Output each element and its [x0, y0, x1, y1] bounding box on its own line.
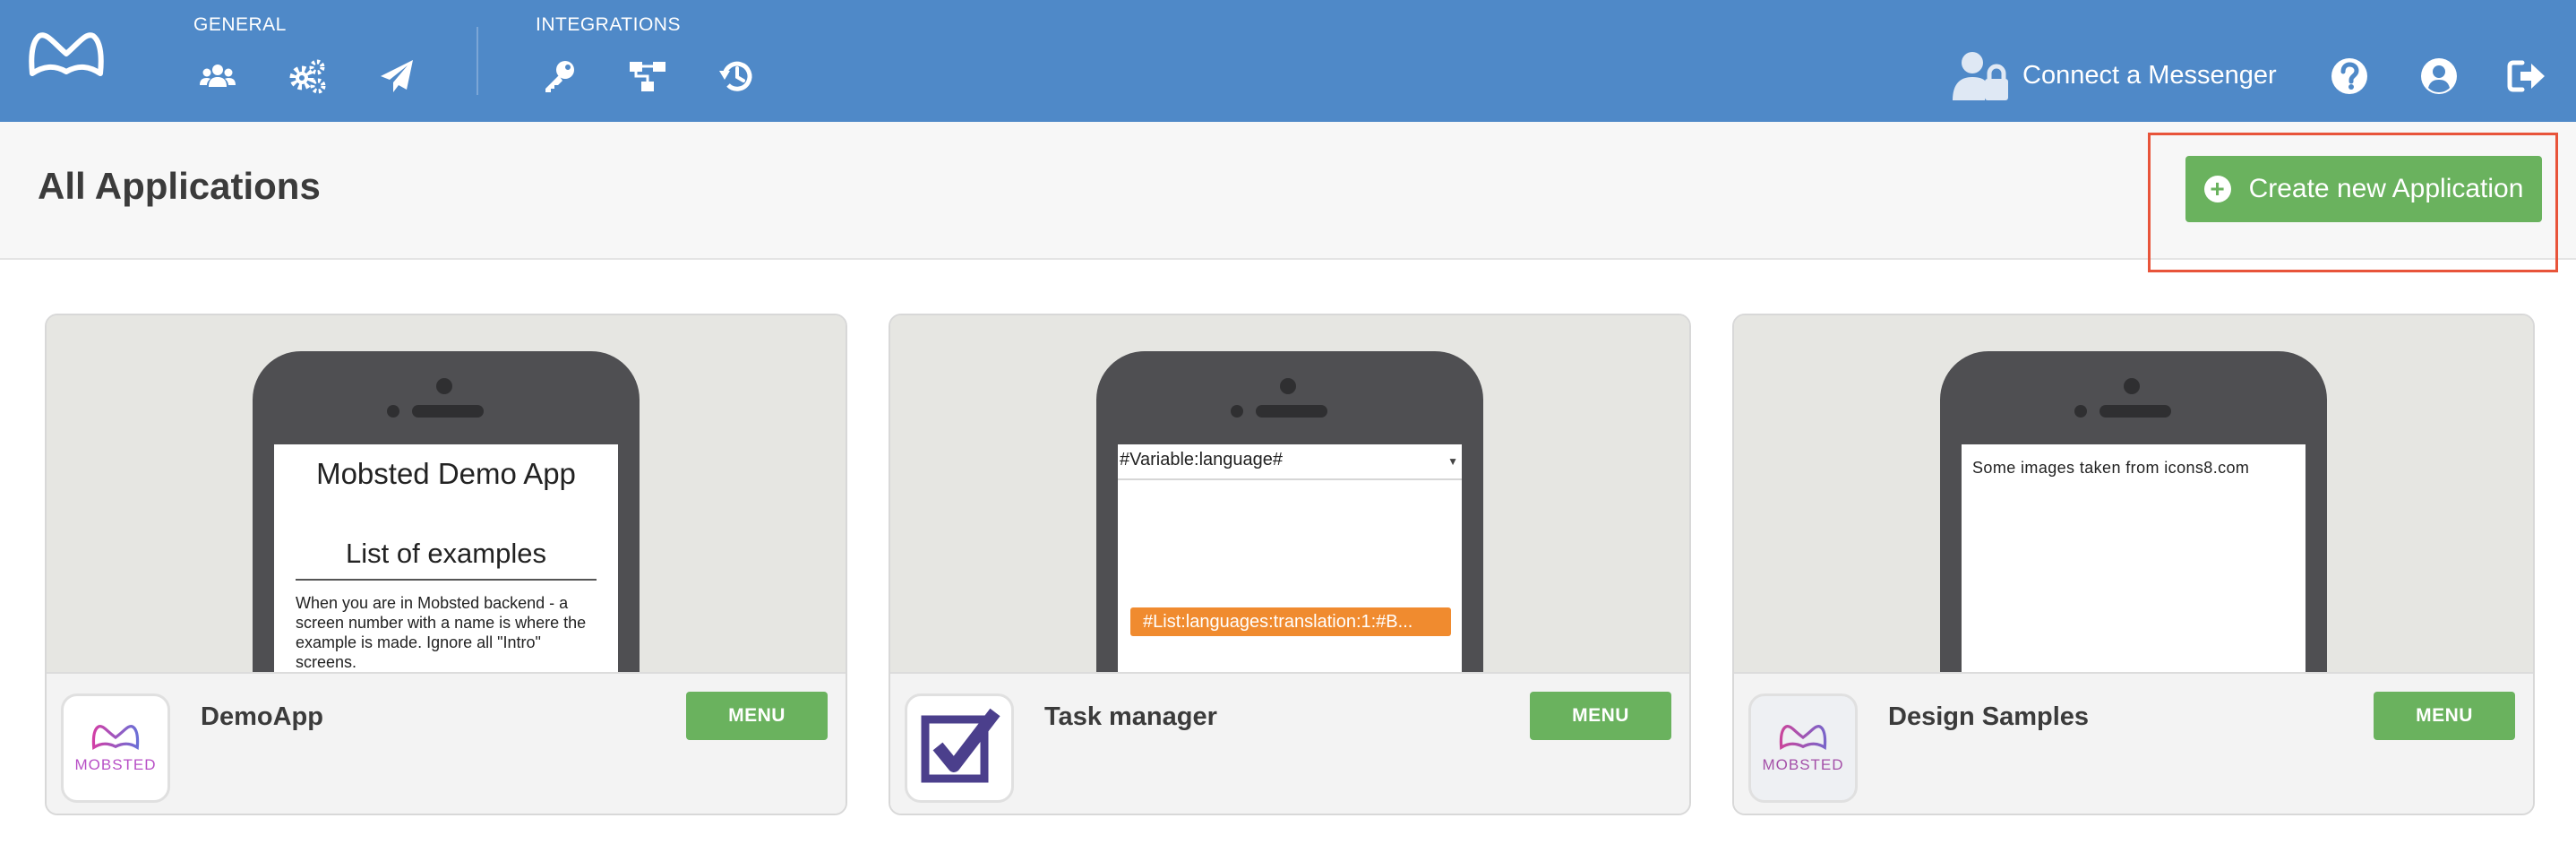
preview-subtitle: List of examples — [346, 538, 546, 569]
app-menu-button[interactable]: MENU — [1530, 692, 1671, 740]
sitemap-icon[interactable] — [625, 54, 670, 99]
app-icon-text: MOBSTED — [1762, 756, 1844, 773]
page-title: All Applications — [38, 165, 321, 207]
language-select[interactable]: #Variable:language# ▼ — [1118, 444, 1462, 480]
app-menu-button[interactable]: MENU — [686, 692, 828, 740]
history-icon[interactable] — [715, 54, 760, 99]
user-circle-icon[interactable] — [2418, 56, 2460, 97]
app-preview[interactable]: #Variable:language# ▼ #List:languages:tr… — [890, 315, 1689, 672]
create-new-application-label: Create new Application — [2248, 174, 2524, 203]
nav-divider — [477, 27, 478, 95]
mobsted-app-icon: MOBSTED — [61, 693, 170, 803]
app-card-design-samples: Some images taken from icons8.com MOBSTE… — [1732, 314, 2535, 815]
general-group-label: GENERAL — [193, 14, 287, 35]
app-card-footer: MOBSTED Design Samples MENU — [1734, 672, 2533, 814]
chevron-down-icon: ▼ — [1447, 455, 1458, 468]
phone-mockup: Some images taken from icons8.com — [1940, 351, 2327, 672]
preview-text: Some images taken from icons8.com — [1972, 459, 2250, 477]
checkbox-icon — [905, 693, 1014, 803]
translation-badge[interactable]: #List:languages:translation:1:#B... — [1130, 607, 1451, 636]
top-navigation-bar: GENERAL INTEGRATIONS Connect a Messenger — [0, 0, 2576, 122]
paper-plane-icon[interactable] — [374, 54, 419, 99]
mobsted-app-icon: MOBSTED — [1748, 693, 1858, 803]
integrations-group-label: INTEGRATIONS — [536, 14, 681, 35]
create-new-application-button[interactable]: + Create new Application — [2185, 156, 2542, 222]
app-preview[interactable]: Some images taken from icons8.com — [1734, 315, 2533, 672]
phone-screen: Mobsted Demo App List of examples When y… — [274, 444, 618, 672]
phone-screen: Some images taken from icons8.com — [1962, 444, 2306, 672]
app-card-footer: MOBSTED DemoApp MENU — [47, 672, 846, 814]
app-name: Design Samples — [1888, 702, 2090, 731]
key-icon[interactable] — [537, 54, 582, 99]
phone-mockup: #Variable:language# ▼ #List:languages:tr… — [1096, 351, 1483, 672]
connect-messenger-label: Connect a Messenger — [2022, 60, 2277, 90]
app-card-demoapp: Mobsted Demo App List of examples When y… — [45, 314, 847, 815]
preview-body: When you are in Mobsted backend - a scre… — [296, 594, 587, 671]
phone-screen: #Variable:language# ▼ #List:languages:tr… — [1118, 444, 1462, 672]
app-menu-button[interactable]: MENU — [2374, 692, 2515, 740]
user-lock-icon — [1953, 52, 2008, 100]
app-preview[interactable]: Mobsted Demo App List of examples When y… — [47, 315, 846, 672]
help-icon[interactable] — [2329, 56, 2370, 97]
app-card-footer: Task manager MENU — [890, 672, 1689, 814]
phone-mockup: Mobsted Demo App List of examples When y… — [253, 351, 640, 672]
language-select-value: #Variable:language# — [1120, 450, 1284, 469]
cogs-icon[interactable] — [285, 54, 330, 99]
plus-circle-icon: + — [2203, 176, 2231, 202]
users-icon[interactable] — [195, 54, 240, 99]
connect-messenger-button[interactable]: Connect a Messenger — [1953, 47, 2277, 104]
app-name: Task manager — [1044, 702, 1217, 731]
preview-title: Mobsted Demo App — [316, 457, 576, 490]
sign-out-icon[interactable] — [2506, 56, 2547, 97]
mobsted-logo-icon[interactable] — [27, 29, 106, 86]
app-icon-text: MOBSTED — [74, 756, 157, 773]
app-card-task-manager: #Variable:language# ▼ #List:languages:tr… — [889, 314, 1691, 815]
app-name: DemoApp — [201, 702, 323, 731]
